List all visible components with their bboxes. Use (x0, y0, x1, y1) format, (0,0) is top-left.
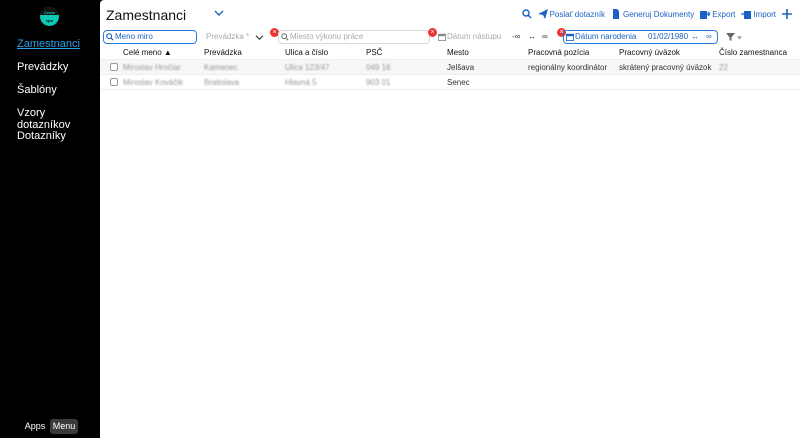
sidebar-item-sablony[interactable]: Šablóny (17, 84, 57, 96)
miesto-filter-input[interactable]: Miesto výkonu práce (278, 30, 430, 44)
cell-psc: 903 01 (366, 78, 391, 87)
prevadzka-select[interactable]: Prevádzka * (203, 30, 269, 44)
generate-documents-button[interactable]: Generuj Dokumenty (611, 9, 694, 19)
cell-pozicia: regionálny koordinátor (528, 63, 608, 72)
table-row[interactable]: Miroslav Kováčik Bratislava Hlavná 5 903… (100, 75, 800, 89)
datum-narodenia-label: Dátum narodenia (575, 32, 637, 41)
cell-cislo: 22 (719, 63, 728, 72)
name-filter-value: Meno miro (115, 32, 153, 41)
table-row[interactable]: Miroslav Hrnčiar Kamenec Ulica 123/47 04… (100, 60, 800, 74)
name-filter-input[interactable]: Meno miro (103, 30, 197, 44)
export-button[interactable]: Export (700, 9, 735, 19)
cell-name[interactable]: Miroslav Kováčik (123, 78, 183, 87)
cell-ulica: Ulica 123/47 (285, 63, 330, 72)
calendar-icon (438, 33, 446, 41)
cell-psc: 049 16 (366, 63, 391, 72)
cell-prevadzka[interactable]: Bratislava (204, 78, 239, 87)
sidebar-item-zamestnanci[interactable]: Zamestnanci (17, 38, 80, 50)
search-icon (106, 33, 114, 41)
send-questionnaire-button[interactable]: Poslať dotazník (537, 9, 606, 19)
row-checkbox[interactable] (110, 78, 118, 86)
col-pracovny-uvazok[interactable]: Pracovný úväzok (619, 48, 680, 57)
col-mesto[interactable]: Mesto (447, 48, 469, 57)
chevron-down-icon[interactable] (214, 9, 224, 17)
page-title: Zamestnanci (106, 7, 187, 23)
sidebar-item-vzory-dotaznikov[interactable]: Vzory dotazníkov (17, 107, 100, 131)
caret-down-icon (737, 36, 742, 40)
logo-line1: Ceste (44, 10, 55, 15)
cell-mesto: Senec (447, 78, 470, 87)
add-button[interactable] (782, 9, 792, 19)
datum-narodenia-arrow: ↔ (691, 32, 699, 41)
filter-bar: Meno miro Prevádzka * × Miesto výkonu pr… (100, 28, 800, 44)
col-cislo-zamestnanca[interactable]: Číslo zamestnanca (719, 48, 787, 57)
table-header: Celé meno ▲ Prevádzka Ulica a číslo PSČ … (100, 46, 800, 59)
chevron-down-icon (255, 35, 264, 41)
sidebar-item-prevadzky[interactable]: Prevádzky (17, 61, 68, 73)
app-logo[interactable]: Ceste vpn (40, 7, 59, 26)
col-pracovna-pozicia[interactable]: Pracovná pozícia (528, 48, 589, 57)
import-icon (741, 11, 752, 19)
col-cele-meno[interactable]: Celé meno ▲ (123, 48, 172, 57)
datum-narodenia-to: ∞ (706, 32, 712, 41)
col-psc[interactable]: PSČ (366, 48, 382, 57)
import-label: Import (753, 9, 776, 19)
datum-nastupu-from: -∞ (512, 32, 521, 41)
row-checkbox[interactable] (110, 63, 118, 71)
main-panel: Zamestnanci Poslať dotazník Generuj Doku… (100, 0, 800, 438)
cell-mesto: Jelšava (447, 63, 475, 72)
datum-narodenia-from: 01/02/1980 (648, 32, 689, 41)
datum-narodenia-filter[interactable]: Dátum narodenia 01/02/1980 ↔ ∞ (563, 30, 718, 44)
cell-uvazok: skrátený pracovný úväzok (619, 63, 712, 72)
export-icon (700, 11, 711, 19)
plus-icon (782, 9, 792, 19)
search-icon (281, 33, 289, 41)
send-questionnaire-label: Poslať dotazník (549, 9, 606, 19)
col-ulica[interactable]: Ulica a číslo (285, 48, 328, 57)
filter-menu-button[interactable] (724, 31, 744, 43)
col-prevadzka[interactable]: Prevádzka (204, 48, 242, 57)
prevadzka-placeholder: Prevádzka * (206, 32, 250, 41)
cell-name[interactable]: Miroslav Hrnčiar (123, 63, 181, 72)
document-icon (613, 9, 620, 19)
miesto-placeholder: Miesto výkonu práce (290, 32, 364, 41)
apps-button[interactable]: Apps (22, 419, 48, 434)
funnel-icon (726, 33, 735, 41)
toolbar: Poslať dotazník Generuj Dokumenty Export… (521, 9, 792, 19)
divider (100, 89, 800, 90)
generate-documents-label: Generuj Dokumenty (623, 9, 695, 19)
datum-nastupu-to: ∞ (542, 32, 548, 41)
cell-ulica: Hlavná 5 (285, 78, 317, 87)
send-icon (537, 9, 548, 19)
datum-nastupu-placeholder: Dátum nástupu (447, 32, 502, 41)
search-icon (521, 9, 532, 19)
logo-line2: vpn (45, 18, 54, 23)
sidebar: Ceste vpn Zamestnanci Prevádzky Šablóny … (0, 0, 100, 438)
sidebar-item-dotazniky[interactable]: Dotazníky (17, 130, 66, 142)
calendar-icon (566, 33, 574, 41)
cell-prevadzka[interactable]: Kamenec (204, 63, 238, 72)
import-button[interactable]: Import (741, 9, 776, 19)
datum-nastupu-arrow: ↔ (528, 32, 536, 41)
search-button[interactable] (521, 9, 532, 19)
export-label: Export (712, 9, 736, 19)
datum-nastupu-filter[interactable]: Dátum nástupu -∞ ↔ ∞ (435, 30, 555, 44)
menu-button[interactable]: Menu (50, 419, 78, 434)
